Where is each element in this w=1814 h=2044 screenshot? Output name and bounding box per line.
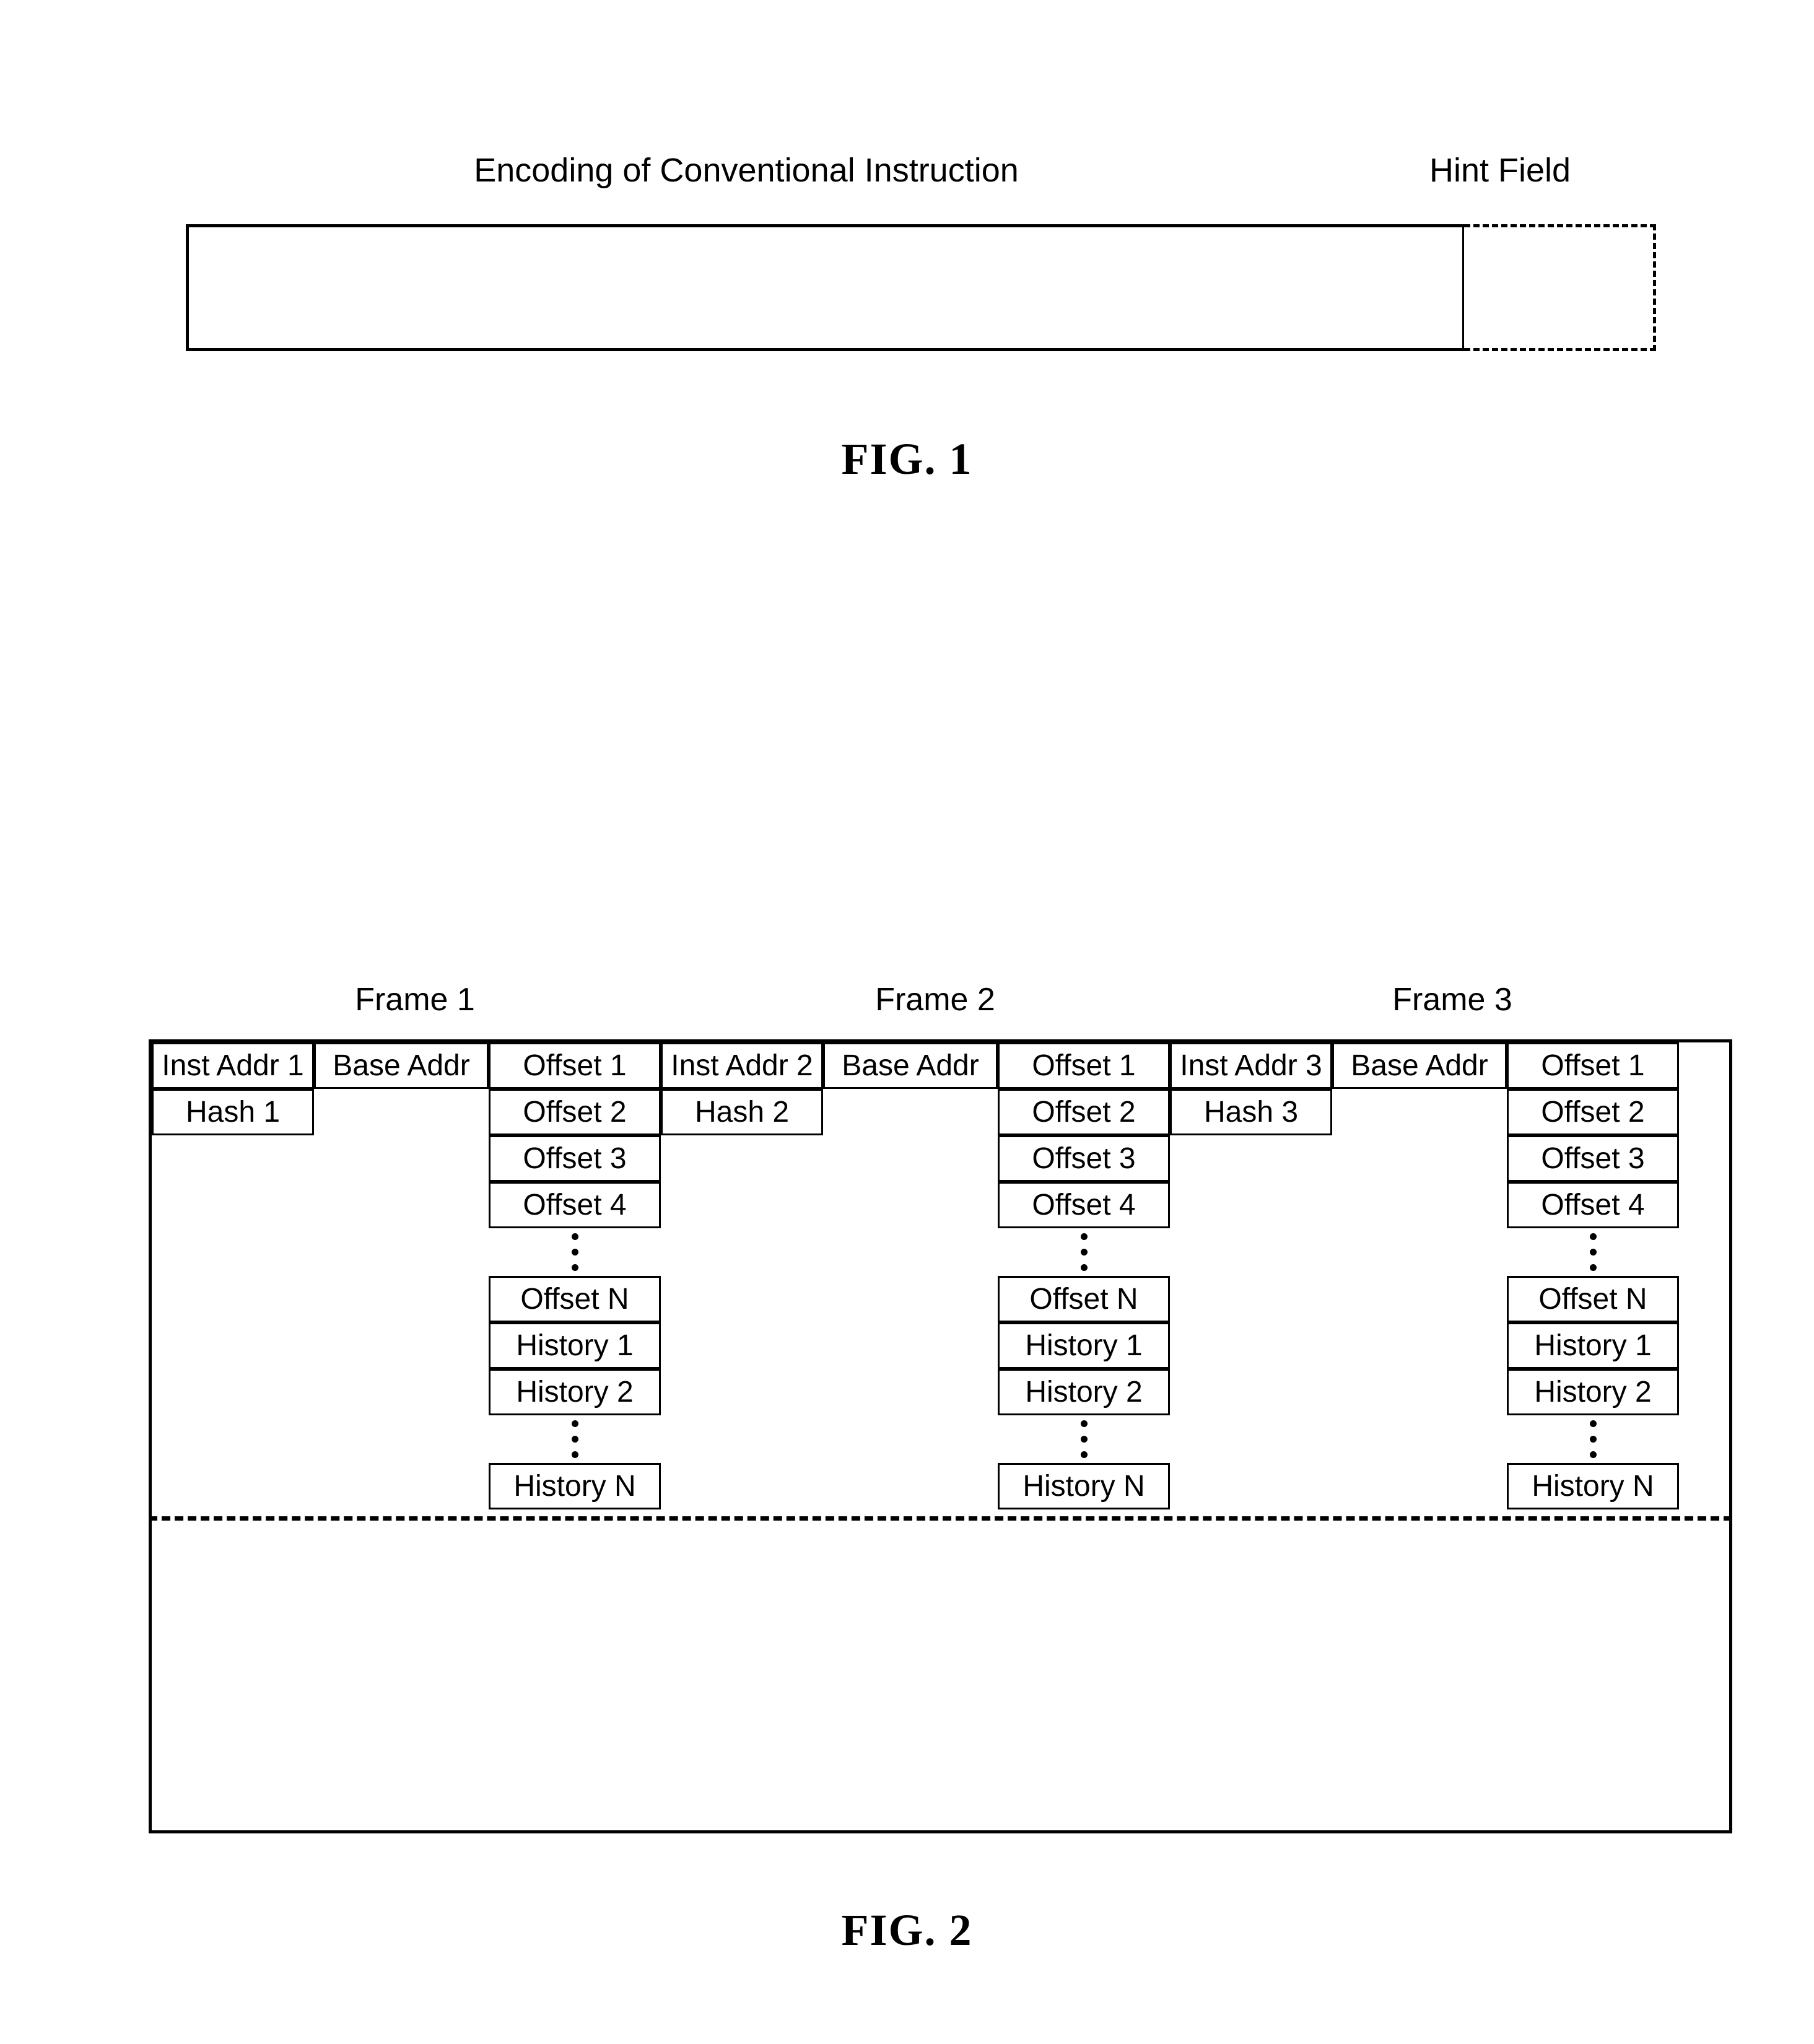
ellipsis-dot xyxy=(1080,1233,1088,1240)
cell-offset-2-frame-2: Offset 2 xyxy=(998,1089,1170,1135)
cell-offset-n-frame-2: Offset N xyxy=(998,1276,1170,1322)
frame-header-3: Frame 3 xyxy=(1392,982,1512,1018)
cell-history-n-frame-2: History N xyxy=(998,1463,1170,1509)
cell-offset-1-frame-3: Offset 1 xyxy=(1507,1042,1679,1089)
cell-offset-1-frame-1: Offset 1 xyxy=(489,1042,661,1089)
cell-hash-3: Hash 3 xyxy=(1170,1089,1332,1135)
ellipsis-dot xyxy=(1589,1264,1597,1271)
history-ellipsis-frame-1 xyxy=(489,1415,661,1463)
cell-inst-addr-1: Inst Addr 1 xyxy=(152,1042,314,1089)
cell-base-addr-2: Base Addr xyxy=(823,1042,998,1089)
cell-offset-3-frame-3: Offset 3 xyxy=(1507,1135,1679,1182)
ellipsis-dot xyxy=(1080,1249,1088,1256)
cell-offset-1-frame-2: Offset 1 xyxy=(998,1042,1170,1089)
ellipsis-dot xyxy=(571,1233,578,1240)
cell-offset-4-frame-1: Offset 4 xyxy=(489,1182,661,1228)
figure-2: Frame 1 Frame 2 Frame 3 Inst Addr 1 Hash… xyxy=(0,0,1814,2044)
cell-inst-addr-2: Inst Addr 2 xyxy=(661,1042,823,1089)
cell-offset-4-frame-2: Offset 4 xyxy=(998,1182,1170,1228)
cell-history-1-frame-2: History 1 xyxy=(998,1322,1170,1369)
ellipsis-dot xyxy=(571,1264,578,1271)
cell-history-2-frame-1: History 2 xyxy=(489,1369,661,1415)
ellipsis-dot xyxy=(1080,1451,1088,1458)
cell-base-addr-3: Base Addr xyxy=(1332,1042,1507,1089)
offset-history-divider xyxy=(149,1516,1732,1521)
cell-history-n-frame-1: History N xyxy=(489,1463,661,1509)
cell-history-1-frame-3: History 1 xyxy=(1507,1322,1679,1369)
ellipsis-dot xyxy=(571,1451,578,1458)
cell-history-n-frame-3: History N xyxy=(1507,1463,1679,1509)
cell-offset-2-frame-3: Offset 2 xyxy=(1507,1089,1679,1135)
ellipsis-dot xyxy=(1589,1233,1597,1240)
cell-hash-2: Hash 2 xyxy=(661,1089,823,1135)
ellipsis-dot xyxy=(1080,1420,1088,1427)
history-ellipsis-frame-2 xyxy=(998,1415,1170,1463)
cell-offset-3-frame-1: Offset 3 xyxy=(489,1135,661,1182)
ellipsis-dot xyxy=(571,1249,578,1256)
history-ellipsis-frame-3 xyxy=(1507,1415,1679,1463)
figure-2-caption: FIG. 2 xyxy=(841,1905,973,1955)
ellipsis-dot xyxy=(1080,1264,1088,1271)
ellipsis-dot xyxy=(571,1436,578,1443)
cell-history-1-frame-1: History 1 xyxy=(489,1322,661,1369)
cell-history-2-frame-3: History 2 xyxy=(1507,1369,1679,1415)
ellipsis-dot xyxy=(1589,1420,1597,1427)
cell-offset-n-frame-3: Offset N xyxy=(1507,1276,1679,1322)
cell-offset-3-frame-2: Offset 3 xyxy=(998,1135,1170,1182)
offset-ellipsis-frame-2 xyxy=(998,1228,1170,1276)
offset-ellipsis-frame-1 xyxy=(489,1228,661,1276)
cell-history-2-frame-2: History 2 xyxy=(998,1369,1170,1415)
cell-hash-1: Hash 1 xyxy=(152,1089,314,1135)
ellipsis-dot xyxy=(1589,1249,1597,1256)
cell-offset-2-frame-1: Offset 2 xyxy=(489,1089,661,1135)
ellipsis-dot xyxy=(1589,1436,1597,1443)
frame-table: Inst Addr 1 Hash 1 Base Addr Offset 1 Of… xyxy=(149,1039,1732,1833)
ellipsis-dot xyxy=(1080,1436,1088,1443)
ellipsis-dot xyxy=(1589,1451,1597,1458)
cell-base-addr-1: Base Addr xyxy=(314,1042,489,1089)
offset-ellipsis-frame-3 xyxy=(1507,1228,1679,1276)
frame-header-2: Frame 2 xyxy=(875,982,995,1018)
cell-offset-n-frame-1: Offset N xyxy=(489,1276,661,1322)
ellipsis-dot xyxy=(571,1420,578,1427)
frame-header-1: Frame 1 xyxy=(355,982,475,1018)
cell-offset-4-frame-3: Offset 4 xyxy=(1507,1182,1679,1228)
cell-inst-addr-3: Inst Addr 3 xyxy=(1170,1042,1332,1089)
